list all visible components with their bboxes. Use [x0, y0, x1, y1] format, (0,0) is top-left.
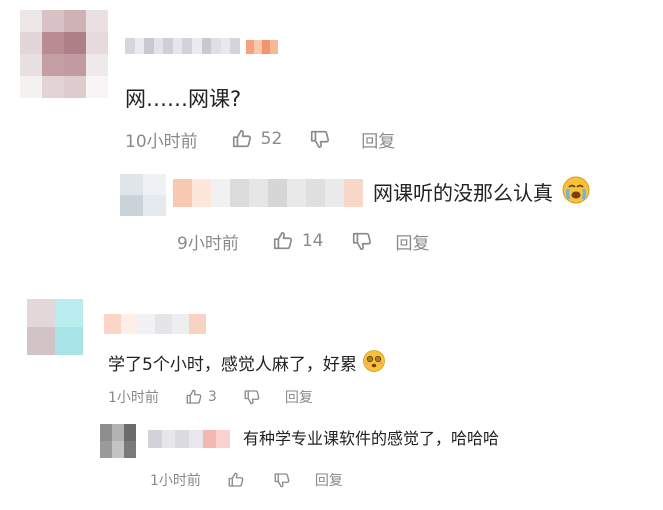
- reply-button[interactable]: 回复: [361, 127, 395, 152]
- reply-button[interactable]: 回复: [395, 229, 429, 254]
- reply-text: 有种学专业课软件的感觉了，哈哈哈: [243, 429, 500, 448]
- comment-text: 学了5个小时，感觉人麻了，好累: [108, 350, 386, 377]
- reply-username-redacted[interactable]: [148, 430, 230, 448]
- reply-item: 有种学专业课软件的感觉了，哈哈哈 1小时前 回复: [100, 422, 663, 502]
- comment-meta: 1小时前 3 回复: [108, 386, 313, 408]
- reply-item: 网课听的没那么认真 9小时前 14 回复: [118, 170, 663, 260]
- dizzy-face-icon: [362, 349, 386, 377]
- username-redacted[interactable]: [104, 314, 206, 334]
- reply-button[interactable]: 回复: [285, 387, 313, 407]
- like-icon[interactable]: [272, 230, 294, 252]
- like-icon[interactable]: [231, 128, 253, 150]
- comment-text: 网……网课?: [125, 87, 242, 111]
- like-count: 52: [260, 129, 283, 149]
- comment-meta: 10小时前 52 回复: [125, 127, 395, 152]
- like-icon[interactable]: [227, 471, 245, 489]
- user-badge: [246, 40, 278, 54]
- reply-time: 9小时前: [177, 233, 239, 254]
- comment-item: 学了5个小时，感觉人麻了，好累 1小时前 3 回复 有种学专业课软件的感觉了，哈…: [0, 285, 663, 510]
- reply-username-redacted[interactable]: [173, 179, 363, 207]
- reply-avatar[interactable]: [120, 174, 166, 216]
- comment-item: 网……网课? 10小时前 52 回复 网课听的没那么认真 9小时前 14 回复: [0, 0, 663, 270]
- like-count: 14: [301, 231, 324, 251]
- crying-face-icon: [561, 175, 591, 208]
- dislike-icon[interactable]: [351, 230, 373, 252]
- dislike-icon[interactable]: [243, 388, 261, 406]
- dislike-icon[interactable]: [309, 128, 331, 150]
- username-redacted[interactable]: [125, 38, 240, 54]
- reply-button[interactable]: 回复: [315, 470, 343, 490]
- avatar[interactable]: [20, 10, 108, 98]
- reply-time: 1小时前: [150, 473, 201, 489]
- like-count: 3: [207, 389, 217, 405]
- comment-time: 10小时前: [125, 131, 198, 152]
- reply-avatar[interactable]: [100, 424, 136, 458]
- reply-meta: 1小时前 回复: [150, 469, 343, 491]
- dislike-icon[interactable]: [273, 471, 291, 489]
- reply-text: 网课听的没那么认真: [373, 176, 591, 208]
- avatar[interactable]: [27, 299, 83, 355]
- reply-meta: 9小时前 14 回复: [177, 229, 429, 254]
- like-icon[interactable]: [185, 388, 203, 406]
- comment-time: 1小时前: [108, 390, 159, 406]
